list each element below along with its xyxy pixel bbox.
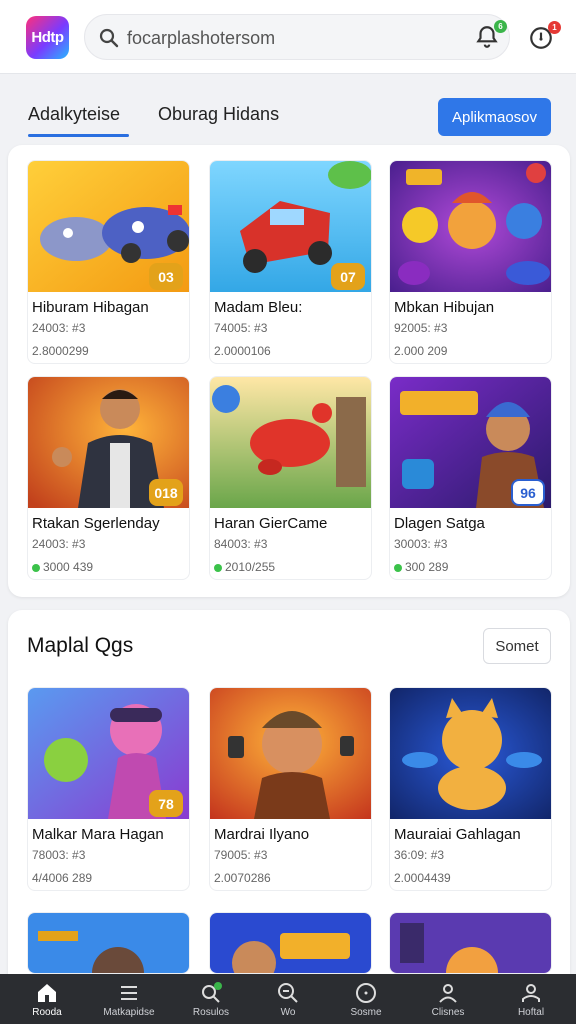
game-thumbnail <box>28 913 189 973</box>
alert-button[interactable]: 1 <box>524 18 561 54</box>
card-stat: 2.0070286 <box>214 871 271 885</box>
nav-item-hoftal[interactable]: Hoftal <box>490 974 572 1024</box>
notification-button[interactable]: 6 <box>470 18 507 54</box>
card-stat: 2.0004439 <box>394 871 451 885</box>
card-title: Rtakan Sgerlenday <box>32 515 160 532</box>
nav-item-wo[interactable]: Wo <box>247 974 329 1024</box>
nav-label: Sosme <box>350 1007 382 1018</box>
card-stat: 300 289 <box>394 560 448 574</box>
card-stat: 4/4006 289 <box>32 871 93 885</box>
game-card[interactable]: 07 Madam Bleu: 74005: #3 2.0000106 <box>209 160 372 364</box>
red-creature-thumbnail <box>210 377 371 508</box>
card-meta: 78003: #3 <box>32 848 86 862</box>
game-card[interactable]: Mauraiai Gahlagan 36:09: #3 2.0004439 <box>389 687 552 891</box>
cat-miner-thumbnail <box>210 688 371 819</box>
zoom-icon <box>278 983 298 1003</box>
game-card[interactable] <box>27 912 190 974</box>
nav-label: Hoftal <box>517 1007 545 1018</box>
card-meta: 36:09: #3 <box>394 848 445 862</box>
app-logo[interactable]: Hdtp <box>26 16 69 59</box>
card-title: Mardrai Ilyano <box>214 826 310 843</box>
card-meta: 74005: #3 <box>214 321 268 335</box>
card-title: Madam Bleu: <box>214 299 303 316</box>
flying-cat-thumbnail <box>390 688 551 819</box>
nav-label: Matkapidse <box>103 1007 155 1018</box>
card-title: Haran GierCame <box>214 515 328 532</box>
profile-icon <box>522 984 540 1002</box>
game-thumbnail <box>390 913 551 973</box>
online-dot <box>214 563 222 572</box>
compass-icon <box>356 983 376 1003</box>
card-stat: 2.000 209 <box>394 344 448 358</box>
card-meta: 24003: #3 <box>32 537 86 551</box>
rank-badge: 018 <box>149 479 183 506</box>
online-dot <box>394 563 402 572</box>
nav-label: Clisnes <box>431 1007 465 1018</box>
card-title: Dlagen Satga <box>394 515 485 532</box>
game-card[interactable]: 78 Malkar Mara Hagan 78003: #3 4/4006 28… <box>27 687 190 891</box>
game-card[interactable]: 03 Hiburam Hibagan 24003: #3 2.8000299 <box>27 160 190 364</box>
nav-item-sosme[interactable]: Sosme <box>325 974 407 1024</box>
section-title: Maplal Qgs <box>27 634 134 657</box>
card-title: Mauraiai Gahlagan <box>394 826 521 843</box>
game-card[interactable]: Mardrai Ilyano 79005: #3 2.0070286 <box>209 687 372 891</box>
card-stat: 2.8000299 <box>32 344 89 358</box>
card-meta: 30003: #3 <box>394 537 448 551</box>
rank-badge: 03 <box>149 263 183 290</box>
card-meta: 24003: #3 <box>32 321 86 335</box>
game-card[interactable]: Haran GierCame 84003: #3 2010/255 <box>209 376 372 580</box>
nav-item-clisnes[interactable]: Clisnes <box>407 974 489 1024</box>
rank-badge: 07 <box>331 263 365 290</box>
game-card[interactable]: 018 Rtakan Sgerlenday 24003: #3 3000 439 <box>27 376 190 580</box>
search-bar[interactable] <box>84 14 510 60</box>
card-meta: 92005: #3 <box>394 321 448 335</box>
notification-badge: 6 <box>494 20 507 33</box>
game-card[interactable]: 96 Dlagen Satga 30003: #3 300 289 <box>389 376 552 580</box>
search-icon <box>99 28 119 48</box>
card-meta: 79005: #3 <box>214 848 268 862</box>
bottom-nav: Rooda Matkapidse Rosulos Wo Sosme Clisne… <box>0 974 576 1024</box>
search-input[interactable] <box>127 23 457 53</box>
nav-label: Rooda <box>32 1007 62 1018</box>
alert-badge: 1 <box>548 21 561 34</box>
aplikmaosov-button[interactable]: Aplikmaosov <box>438 98 551 136</box>
nav-item-rosulos[interactable]: Rosulos <box>170 974 252 1024</box>
game-thumbnail <box>210 913 371 973</box>
nav-label: Rosulos <box>192 1007 230 1018</box>
tab-oburag-hidans[interactable]: Oburag Hidans <box>158 104 279 125</box>
rank-badge: 78 <box>149 790 183 817</box>
home-icon <box>38 984 56 1002</box>
game-card[interactable] <box>389 912 552 974</box>
nav-item-rooda[interactable]: Rooda <box>6 974 88 1024</box>
featured-panel: 03 Hiburam Hibagan 24003: #3 2.8000299 0… <box>8 145 570 597</box>
nav-label: Wo <box>280 1007 296 1018</box>
nav-item-matkapidse[interactable]: Matkapidse <box>88 974 170 1024</box>
card-title: Malkar Mara Hagan <box>32 826 164 843</box>
card-title: Mbkan Hibujan <box>394 299 495 316</box>
card-title: Hiburam Hibagan <box>32 299 149 316</box>
card-stat: 3000 439 <box>32 560 93 574</box>
tab-adalkyteise[interactable]: Adalkyteise <box>28 104 120 125</box>
active-tab-indicator <box>28 134 129 137</box>
top-bar: Hdtp 6 1 <box>0 0 576 74</box>
search-badge-icon <box>202 982 222 1003</box>
card-stat-value: 3000 439 <box>43 560 94 574</box>
card-stat-value: 300 289 <box>405 560 449 574</box>
game-card[interactable] <box>209 912 372 974</box>
card-stat: 2010/255 <box>214 560 275 574</box>
rank-badge: 96 <box>511 479 545 506</box>
somet-button[interactable]: Somet <box>483 628 551 664</box>
candy-characters-thumbnail <box>390 161 551 292</box>
list-icon <box>121 986 137 1000</box>
game-card[interactable]: Mbkan Hibujan 92005: #3 2.000 209 <box>389 160 552 364</box>
card-meta: 84003: #3 <box>214 537 268 551</box>
card-stat-value: 2010/255 <box>225 560 276 574</box>
online-dot <box>32 563 40 572</box>
card-stat: 2.0000106 <box>214 344 271 358</box>
person-icon <box>439 984 457 1003</box>
